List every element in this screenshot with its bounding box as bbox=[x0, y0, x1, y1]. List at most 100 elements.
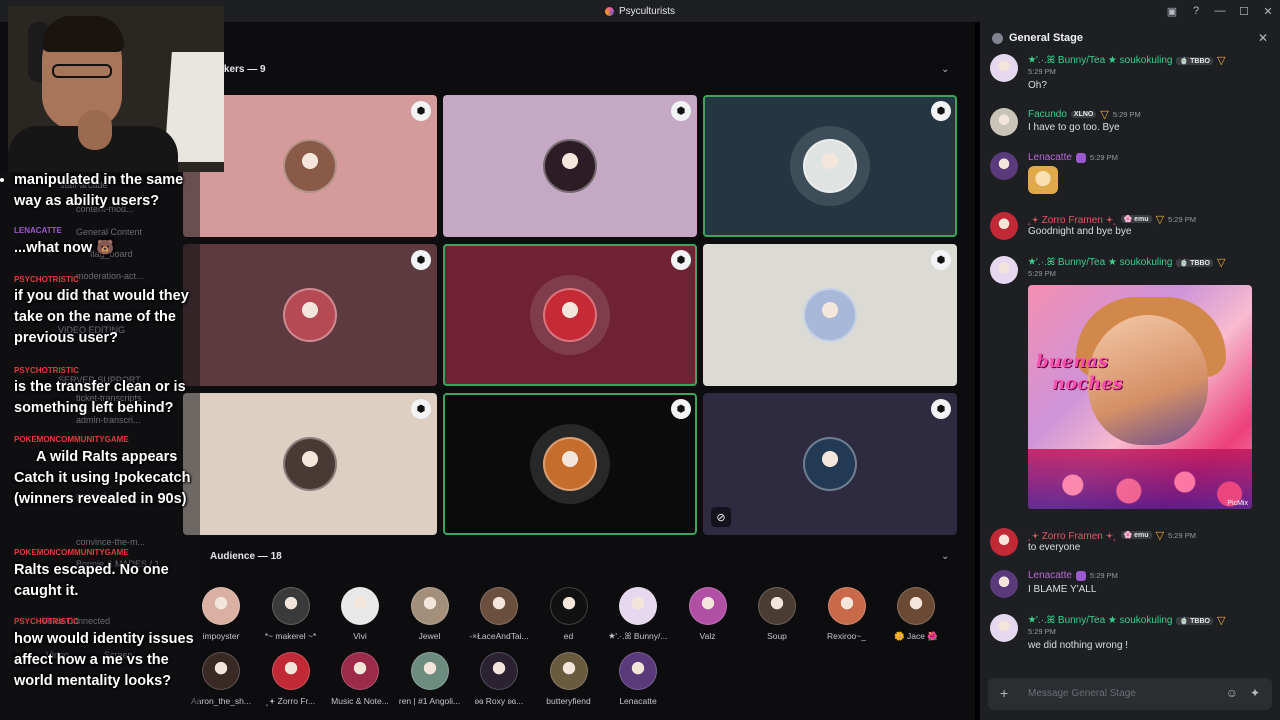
audience-member[interactable]: 🌼 Jace 🌺 bbox=[881, 587, 951, 642]
speaker-tile[interactable]: ⬢ bbox=[703, 244, 957, 386]
message-timestamp: 5:29 PM bbox=[1168, 214, 1196, 224]
audience-member[interactable]: ˛𖥔 Zorro Fr... bbox=[256, 652, 326, 707]
audience-avatar[interactable] bbox=[480, 652, 518, 690]
audience-avatar[interactable] bbox=[480, 587, 518, 625]
audience-avatar[interactable] bbox=[202, 587, 240, 625]
audience-avatar[interactable] bbox=[341, 652, 379, 690]
message-username[interactable]: Lenacatte bbox=[1028, 152, 1072, 163]
message-username[interactable]: ˛𖥔 Zorro Framen 𖥔˛ bbox=[1028, 528, 1117, 542]
audience-member[interactable]: -×ŁaceAndTai... bbox=[464, 587, 534, 641]
message-username[interactable]: ˛𖥔 Zorro Framen 𖥔˛ bbox=[1028, 212, 1117, 226]
audience-avatar[interactable] bbox=[202, 652, 240, 690]
audience-member[interactable]: Soup bbox=[742, 587, 812, 641]
message-composer[interactable]: + Message General Stage ☺ ✦ bbox=[988, 678, 1272, 710]
message-username[interactable]: ★'.·.ꕤ Bunny/Tea ★ soukokuling bbox=[1028, 257, 1172, 268]
muted-mic-icon: ⊘ bbox=[711, 507, 731, 527]
speaker-avatar[interactable] bbox=[283, 139, 337, 193]
help-icon[interactable]: ? bbox=[1184, 5, 1208, 17]
audience-member[interactable]: Rexiroo~_ bbox=[812, 587, 882, 641]
speaker-tile[interactable]: ⬢ bbox=[443, 95, 697, 237]
message-avatar[interactable] bbox=[990, 108, 1018, 136]
audience-avatar[interactable] bbox=[410, 587, 449, 625]
stage-icon bbox=[992, 32, 1003, 44]
audience-avatar[interactable] bbox=[897, 587, 935, 625]
close-window-button[interactable]: ✕ bbox=[1256, 5, 1280, 18]
message-username[interactable]: ★'.·.ꕤ Bunny/Tea ★ soukokuling bbox=[1028, 55, 1172, 66]
speaker-avatar[interactable] bbox=[803, 437, 857, 491]
speaker-avatar[interactable] bbox=[803, 139, 857, 193]
audience-member[interactable]: Music & Note... bbox=[325, 652, 395, 706]
server-tag-badge[interactable]: 🌸 emu bbox=[1120, 215, 1152, 223]
message-avatar[interactable] bbox=[990, 614, 1018, 642]
chat-panel-header: General Stage ✕ bbox=[980, 22, 1280, 54]
speaker-tile[interactable]: ⬢ bbox=[183, 244, 437, 386]
speaker-avatar[interactable] bbox=[543, 437, 597, 491]
audience-avatar[interactable] bbox=[619, 587, 657, 625]
audience-avatar[interactable] bbox=[619, 652, 657, 690]
chevron-down-icon[interactable]: ⌄ bbox=[941, 64, 949, 75]
message-avatar[interactable] bbox=[990, 212, 1018, 240]
gif-text: buenas bbox=[1036, 351, 1109, 372]
audience-member[interactable]: *~ makerel ~* bbox=[256, 587, 326, 641]
composer-placeholder[interactable]: Message General Stage bbox=[1028, 688, 1136, 699]
message-avatar[interactable] bbox=[990, 256, 1018, 284]
audience-avatar[interactable] bbox=[410, 652, 449, 690]
minimize-button[interactable]: — bbox=[1208, 5, 1232, 17]
audience-member[interactable]: Lenacatte bbox=[603, 652, 673, 706]
maximize-button[interactable]: ☐ bbox=[1232, 5, 1256, 18]
audience-member[interactable]: ren | #1 Angoli... bbox=[395, 652, 465, 706]
triangle-badge-icon: ▽ bbox=[1155, 213, 1165, 226]
audience-name: Vivi bbox=[353, 631, 367, 641]
audience-member[interactable]: Jewel bbox=[395, 587, 465, 641]
buenas-noches-gif[interactable]: buenas noches PicMix bbox=[1028, 285, 1252, 509]
message-username[interactable]: Lenacatte bbox=[1028, 570, 1072, 581]
server-tag-badge[interactable]: 🌸 emu bbox=[1120, 531, 1152, 539]
audience-member[interactable]: ★'.·.ꕤ Bunny/... bbox=[603, 587, 673, 642]
audience-member[interactable]: ed bbox=[534, 587, 604, 641]
message-username[interactable]: Facundo bbox=[1028, 109, 1067, 120]
server-tag-badge[interactable]: XLNO bbox=[1070, 111, 1097, 118]
speaker-avatar[interactable] bbox=[283, 437, 337, 491]
audience-name: *~ makerel ~* bbox=[264, 631, 317, 641]
message-avatar[interactable] bbox=[990, 152, 1018, 180]
message-text: I BLAME Y'ALL bbox=[1028, 584, 1097, 595]
server-tag-badge[interactable]: 🍵 TBBO bbox=[1176, 616, 1213, 625]
chevron-down-icon[interactable]: ⌄ bbox=[941, 551, 949, 562]
audience-avatar[interactable] bbox=[549, 652, 588, 690]
audience-member[interactable]: Valz bbox=[673, 587, 743, 641]
audience-member[interactable]: Vivi bbox=[325, 587, 395, 641]
inbox-icon[interactable]: ▣ bbox=[1160, 5, 1184, 18]
speaker-tile[interactable]: ⬢ bbox=[703, 95, 957, 237]
speaker-tile[interactable]: ⬢ ⊘ bbox=[703, 393, 957, 535]
audience-avatar[interactable] bbox=[688, 587, 727, 625]
speaker-avatar[interactable] bbox=[283, 288, 337, 342]
audience-member[interactable]: butteryfiend bbox=[534, 652, 604, 706]
attach-plus-icon[interactable]: + bbox=[1000, 685, 1008, 701]
message-avatar[interactable] bbox=[990, 528, 1018, 556]
stage-chat-panel: General Stage ✕ ★'.·.ꕤ Bunny/Tea ★ souko… bbox=[980, 22, 1280, 720]
speaker-avatar[interactable] bbox=[543, 139, 597, 193]
sticker-emoji[interactable] bbox=[1028, 166, 1058, 194]
chat-overlay-message: if you did that would they take on the n… bbox=[14, 288, 189, 346]
audience-header[interactable]: Audience — 18 bbox=[210, 551, 282, 562]
audience-avatar[interactable] bbox=[341, 587, 379, 625]
speaker-avatar[interactable] bbox=[543, 288, 597, 342]
audience-avatar[interactable] bbox=[827, 587, 866, 625]
message-username[interactable]: ★'.·.ꕤ Bunny/Tea ★ soukokuling bbox=[1028, 615, 1172, 626]
audience-avatar[interactable] bbox=[758, 587, 796, 625]
audience-avatar[interactable] bbox=[549, 587, 588, 625]
speaker-tile[interactable]: ⬢ bbox=[443, 244, 697, 386]
audience-avatar[interactable] bbox=[271, 652, 310, 690]
speaker-avatar[interactable] bbox=[803, 288, 857, 342]
server-tag-badge[interactable]: 🍵 TBBO bbox=[1176, 258, 1213, 267]
audience-member[interactable]: ʚɞ Roxy ʚɞ... bbox=[464, 652, 534, 706]
emoji-icon[interactable]: ☺ bbox=[1226, 686, 1238, 700]
speaker-tile[interactable]: ⬢ bbox=[183, 393, 437, 535]
close-icon[interactable]: ✕ bbox=[1258, 31, 1268, 45]
server-tag-badge[interactable]: 🍵 TBBO bbox=[1176, 56, 1213, 65]
speaker-tile[interactable]: ⬢ bbox=[443, 393, 697, 535]
audience-avatar[interactable] bbox=[271, 587, 310, 625]
apps-icon[interactable]: ✦ bbox=[1250, 686, 1260, 700]
message-avatar[interactable] bbox=[990, 570, 1018, 598]
message-avatar[interactable] bbox=[990, 54, 1018, 82]
